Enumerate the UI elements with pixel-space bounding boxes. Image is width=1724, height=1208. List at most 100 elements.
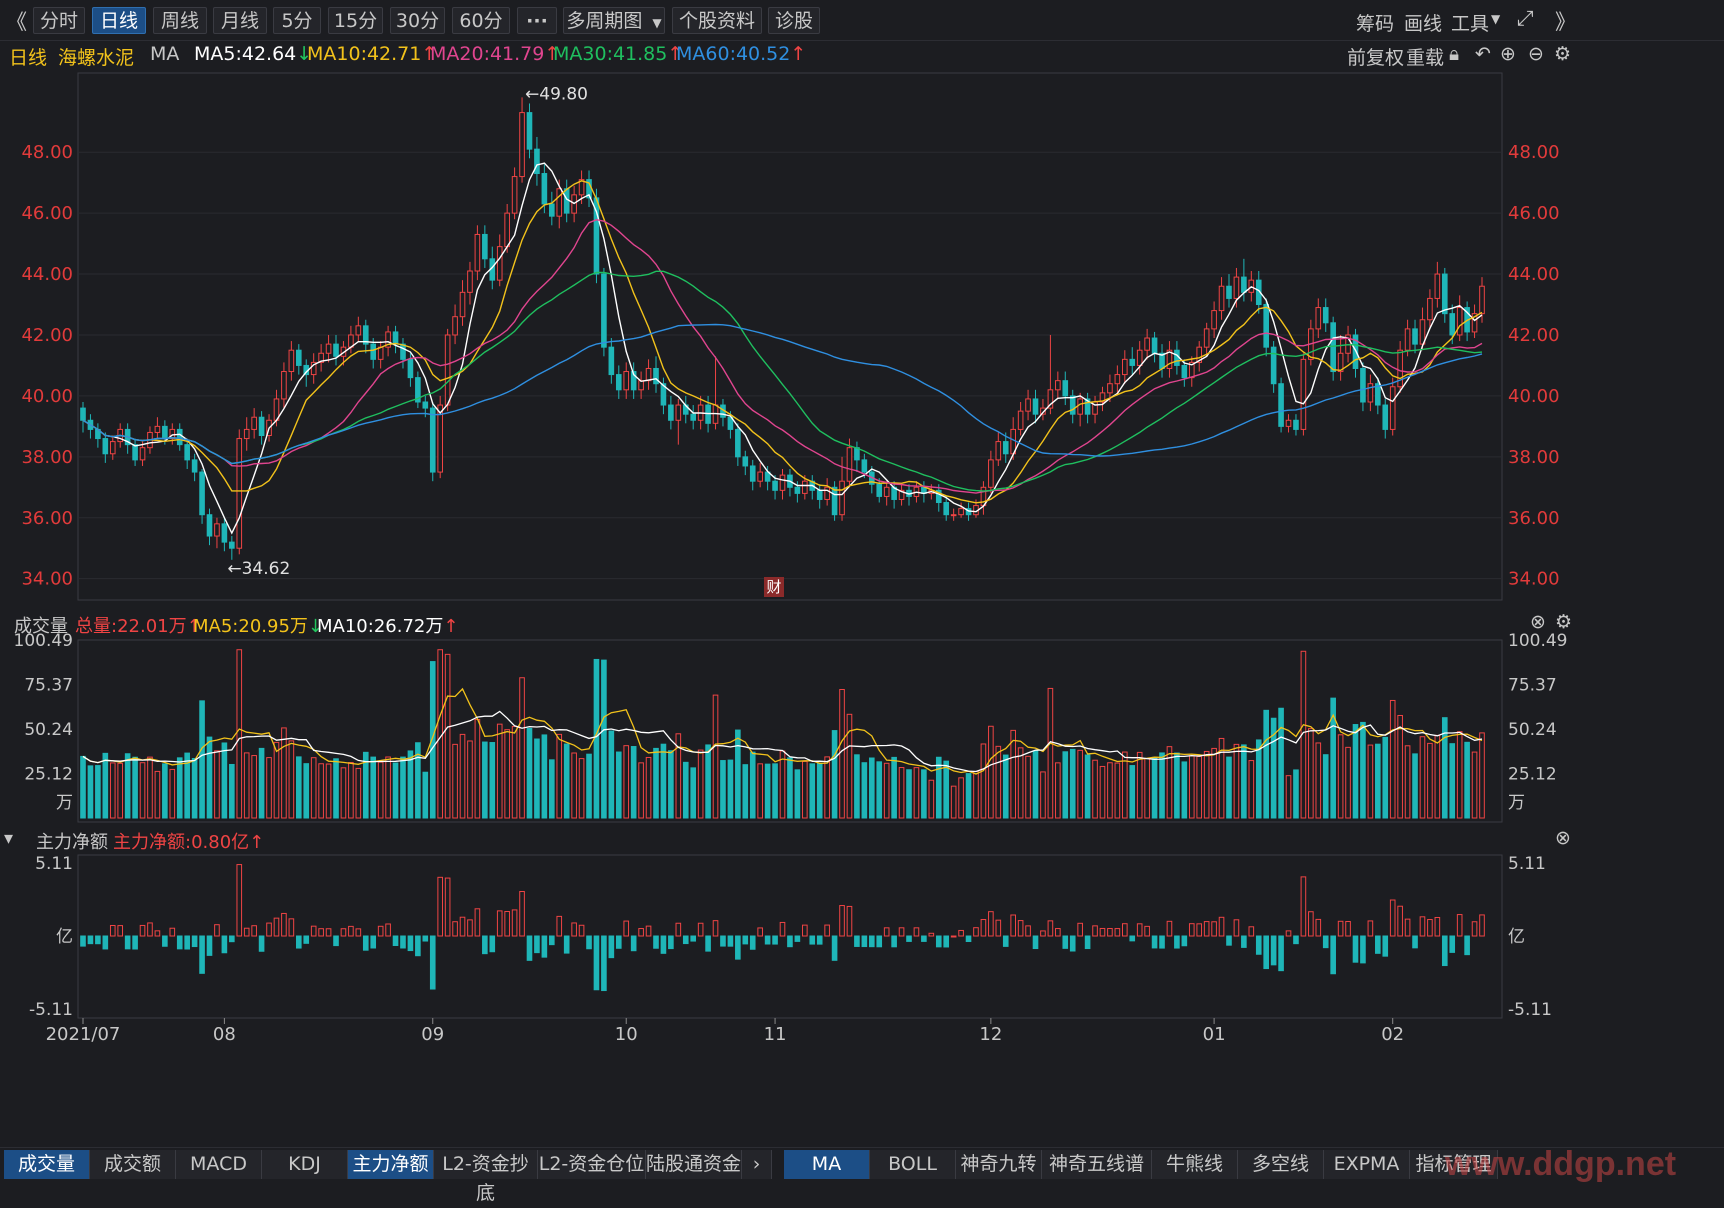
volume-bar: [1017, 747, 1024, 819]
flow-bar: [1181, 935, 1188, 947]
candle: [898, 484, 905, 506]
candle-body: [355, 325, 362, 336]
flow-bar: [1062, 935, 1069, 949]
candle-body: [429, 407, 436, 473]
volume-unit-right: 万: [1508, 793, 1525, 813]
candle-body: [1404, 328, 1411, 351]
indicator-tab[interactable]: MACD: [176, 1150, 262, 1179]
volume-bar: [980, 743, 987, 819]
volume-bar: [1099, 765, 1106, 819]
finance-marker[interactable]: 财: [764, 577, 784, 597]
volume-bar: [474, 718, 481, 819]
flow-bar: [675, 922, 682, 937]
flow-bar: [928, 932, 935, 937]
ma-tab[interactable]: 牛熊线: [1152, 1150, 1238, 1179]
flow-bar: [1255, 935, 1262, 955]
candle: [757, 462, 763, 488]
candle: [1278, 377, 1284, 433]
candle-body: [243, 428, 250, 440]
flow-bar: [645, 925, 652, 937]
candle-body: [1278, 383, 1284, 427]
candle: [742, 450, 749, 476]
flow-bar: [1285, 930, 1292, 937]
volume-bar: [1084, 754, 1091, 819]
indicator-tab[interactable]: 陆股通资金: [646, 1150, 742, 1179]
candle-body: [623, 371, 630, 391]
candlestick-chart[interactable]: 48.00 48.00 46.00 46.00 44.00 44.00 42.00 42.00…: [0, 0, 1724, 1147]
flow-bar: [749, 935, 756, 950]
ma-tab[interactable]: MA: [784, 1150, 870, 1179]
candle: [526, 103, 533, 159]
chevron-right-icon[interactable]: ›: [742, 1150, 772, 1179]
volume-tick-right: 75.37: [1508, 675, 1557, 695]
volume-bar: [482, 741, 488, 819]
ma-tab[interactable]: BOLL: [870, 1150, 956, 1179]
indicator-tab[interactable]: L2-资金抄底: [434, 1150, 538, 1204]
candle-body: [876, 483, 883, 497]
flow-bar: [266, 922, 272, 937]
ma-tab[interactable]: 多空线: [1238, 1150, 1324, 1179]
volume-bar: [735, 729, 741, 819]
candle: [1412, 319, 1418, 354]
volume-bar: [1181, 761, 1188, 819]
flow-bar: [794, 935, 801, 942]
price-tick-left: 44.00: [21, 264, 73, 285]
indicator-tab[interactable]: 成交量: [4, 1150, 90, 1179]
volume-bar: [385, 756, 391, 819]
flow-bar: [615, 935, 622, 949]
candle: [258, 411, 265, 445]
volume-bar: [1136, 751, 1143, 819]
candle-body: [534, 148, 540, 175]
candle-body: [1367, 383, 1374, 403]
flow-bar: [429, 935, 436, 990]
flow-bar: [176, 935, 183, 950]
candle-body: [444, 334, 451, 406]
flow-bar: [243, 927, 250, 937]
candle: [712, 356, 719, 430]
flow-bar: [385, 923, 391, 937]
flow-bar: [1397, 905, 1403, 937]
candle-body: [176, 428, 183, 446]
flow-bar: [288, 918, 295, 937]
volume-bar: [1032, 750, 1039, 819]
flow-bar: [1382, 935, 1389, 957]
candle: [1434, 261, 1441, 308]
candle-body: [377, 346, 384, 360]
candles: [80, 97, 1485, 560]
ma-tab[interactable]: 神奇九转: [956, 1150, 1042, 1179]
volume-bar: [1062, 751, 1069, 819]
candle-body: [295, 349, 302, 366]
ma-tab[interactable]: 神奇五线谱: [1042, 1150, 1152, 1179]
volume-bar: [1129, 765, 1136, 819]
volume-bar: [1092, 759, 1098, 819]
candle-body: [958, 508, 964, 516]
flow-bar: [682, 935, 689, 945]
volume-bar: [124, 753, 131, 819]
candle: [1367, 374, 1374, 412]
candle: [288, 341, 295, 381]
volume-bar: [1188, 755, 1195, 819]
indicator-tab[interactable]: KDJ: [262, 1150, 348, 1179]
candle-body: [861, 459, 868, 473]
candle-body: [757, 471, 763, 482]
volume-bar: [87, 765, 94, 819]
indicator-tab[interactable]: 主力净额: [348, 1150, 434, 1179]
candle-body: [1151, 337, 1158, 354]
candle-body: [1055, 380, 1061, 391]
volume-bar: [898, 767, 905, 819]
ma-tab[interactable]: EXPMA: [1324, 1150, 1410, 1179]
candle: [1218, 277, 1225, 320]
flow-bar: [1352, 935, 1359, 963]
candle: [124, 423, 131, 454]
candle-body: [519, 112, 525, 178]
candle: [377, 341, 384, 369]
candle: [444, 328, 451, 412]
candle: [675, 398, 682, 445]
indicator-tab[interactable]: L2-资金仓位: [538, 1150, 646, 1179]
candle-body: [325, 343, 332, 354]
flow-bar: [735, 935, 741, 960]
flow-bar: [102, 935, 109, 950]
volume-bar: [906, 769, 912, 819]
flow-bar: [1233, 919, 1240, 937]
indicator-tab[interactable]: 成交额: [90, 1150, 176, 1179]
